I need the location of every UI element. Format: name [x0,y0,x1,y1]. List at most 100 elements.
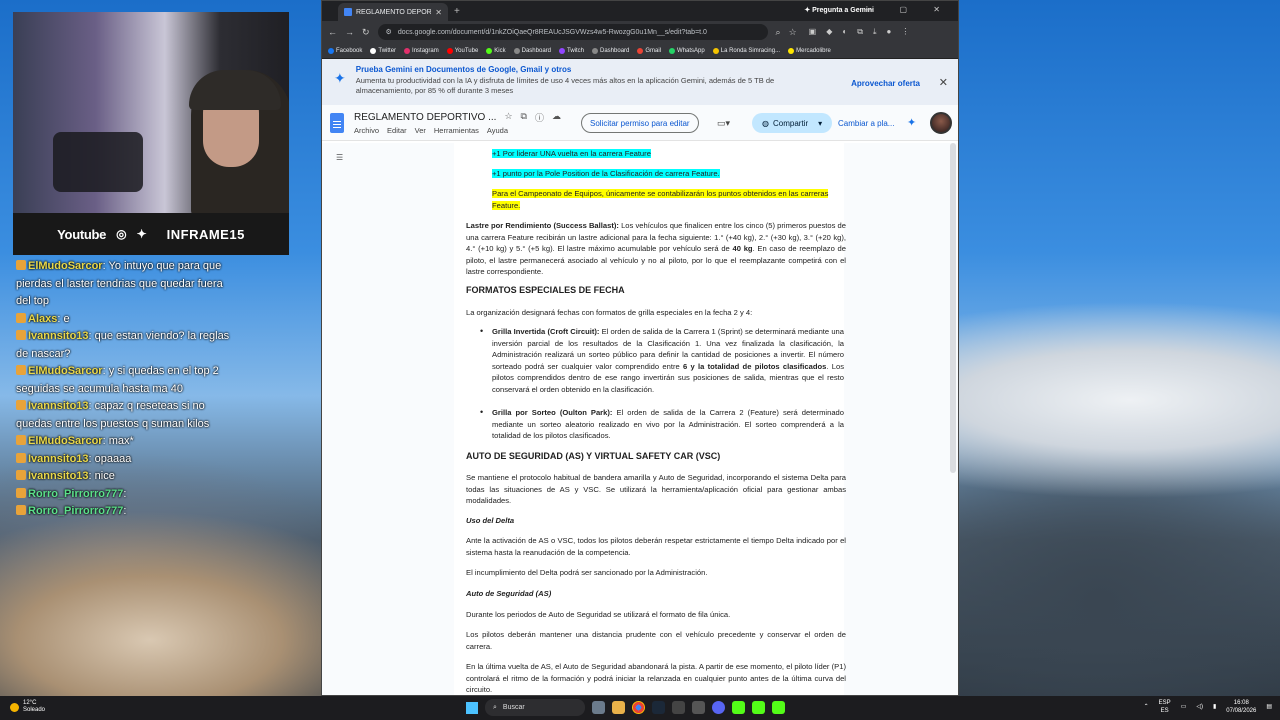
meet-video-icon[interactable]: ▭▾ [717,118,730,129]
kick-icon[interactable] [752,701,765,714]
chat-badge-icon [16,505,26,515]
gemini-button[interactable]: ✦ Pregunta a Gemini [804,6,874,14]
bookmark-item[interactable]: Mercadolibre [788,47,831,54]
language-indicator[interactable]: ESP ES [1159,699,1171,715]
chat-username[interactable]: Rorro_Pirrorro777 [28,488,123,500]
cloud-status-icon[interactable]: ☁ [552,111,561,124]
new-tab-button[interactable]: + [454,6,460,17]
move-icon[interactable]: ⧉ [521,111,527,124]
discord-icon[interactable] [712,701,725,714]
chat-username[interactable]: Rorro_Pirrorro777 [28,505,123,517]
document-scrollbar[interactable] [950,143,956,473]
chat-message: Ivannsito13: nice [16,468,240,486]
banner-title: Prueba Gemini en Documentos de Google, G… [355,65,572,74]
bookmark-item[interactable]: Twitch [559,47,584,54]
menu-icon[interactable]: ⋮ [901,27,909,37]
outline-icon[interactable]: ☰ [336,153,343,162]
zoom-icon[interactable]: ⌕ [776,27,781,38]
chat-badge-icon [16,400,26,410]
bookmark-item[interactable]: Instagram [404,47,439,54]
request-edit-button[interactable]: Solicitar permiso para editar [581,113,699,133]
bookmark-item[interactable]: Dashboard [592,47,629,54]
gemini-sparkle-icon[interactable]: ✦ [907,116,916,129]
chat-username[interactable]: Ivannsito13 [28,470,89,482]
chat-username[interactable]: ElMudoSarcor [28,435,103,447]
notifications-icon[interactable]: ▤ [1266,703,1272,711]
chrome-icon[interactable] [632,701,645,714]
file-explorer-icon[interactable] [612,701,625,714]
bookmark-item[interactable]: Twitter [370,47,396,54]
taskbar-search[interactable]: ⌕ Buscar [485,699,585,716]
menu-item-editar[interactable]: Editar [387,126,407,135]
back-icon[interactable]: ← [328,27,337,37]
battery-icon[interactable]: ▮ [1213,703,1216,711]
chat-username[interactable]: Alaxs [28,313,57,325]
extensions-puzzle-icon[interactable]: ⧉ [857,27,863,37]
menu-item-archivo[interactable]: Archivo [354,126,379,135]
reload-icon[interactable]: ↻ [362,27,370,38]
chevron-down-icon[interactable]: ▾ [818,119,822,128]
bookmark-item[interactable]: Facebook [328,47,363,54]
extension-icon[interactable]: ◆ [826,27,832,37]
bookmark-item[interactable]: La Ronda Simracing... [712,47,780,54]
chat-username[interactable]: Ivannsito13 [28,400,89,412]
chat-message: Ivannsito13: opaaaa [16,451,240,469]
bookmark-item[interactable]: Dashboard [513,47,551,54]
kick-icon[interactable] [772,701,785,714]
chat-badge-icon [16,435,26,445]
chat-message: ElMudoSarcor: y si quedas en el top 2 se… [16,363,240,398]
info-icon[interactable]: ⓘ [535,111,544,124]
avatar[interactable] [930,112,952,134]
bookmarks-bar: Facebook Twitter Instagram YouTube Kick Dashb… [322,43,958,59]
bookmark-favicon-icon [559,47,565,54]
bookmark-item[interactable]: Gmail [637,47,661,54]
chat-username[interactable]: ElMudoSarcor [28,260,103,272]
chat-badge-icon [16,312,26,323]
chat-username[interactable]: Ivannsito13 [28,453,89,465]
chat-username[interactable]: Ivannsito13 [28,330,89,342]
network-icon[interactable]: ▭ [1181,703,1187,711]
youtube-label: Youtube [57,226,107,242]
tray-overflow-icon[interactable]: ⌃ [1144,703,1149,711]
menu-item-ver[interactable]: Ver [415,126,426,135]
profile-icon[interactable]: ● [887,27,892,37]
menu-item-ayuda[interactable]: Ayuda [487,126,508,135]
share-button[interactable]: ◍ Compartir ▾ [752,113,832,133]
close-tab-icon[interactable]: ✕ [435,8,442,17]
switch-mode-button[interactable]: Cambiar a pla... [838,119,894,128]
clock[interactable]: 16:08 07/08/2026 [1226,699,1256,715]
bookmark-favicon-icon [328,47,334,54]
extension-icon[interactable]: ◐ [842,27,847,37]
download-icon[interactable]: ⤓ [873,27,877,37]
bookmark-item[interactable]: WhatsApp [669,47,705,54]
volume-icon[interactable]: ◁) [1196,703,1203,711]
forward-icon[interactable]: → [345,27,354,37]
social-bar: Youtube ◎ ✦ INFRAME15 [13,213,289,255]
bookmark-star-icon[interactable]: ☆ [789,27,797,38]
star-icon[interactable]: ☆ [504,111,512,124]
bookmark-item[interactable]: Kick [486,47,506,54]
app-icon[interactable] [672,701,685,714]
kick-icon[interactable] [732,701,745,714]
steam-icon[interactable] [652,701,665,714]
bookmark-item[interactable]: YouTube [446,47,478,54]
document-title[interactable]: REGLAMENTO DEPORTIVO ... [354,112,496,123]
window-controls[interactable]: — ▢ ✕ [865,5,952,14]
docs-logo-icon[interactable] [330,112,344,133]
windows-start-icon[interactable] [466,701,478,714]
chat-username[interactable]: ElMudoSarcor [28,365,103,377]
weather-widget[interactable]: 12°C Soleado [10,700,45,714]
app-icon[interactable] [692,701,705,714]
document-page[interactable]: +1 Por liderar UNA vuelta en la carrera … [454,143,846,695]
task-view-icon[interactable] [592,701,605,714]
close-banner-icon[interactable]: ✕ [939,76,948,89]
bookmark-label: Facebook [336,47,363,54]
site-info-icon[interactable]: ⚙ [386,28,392,36]
extension-icon[interactable]: ▣ [809,27,817,37]
menu-item-herramientas[interactable]: Herramientas [434,126,479,135]
address-bar[interactable]: ⚙ docs.google.com/document/d/1nkZOiQaeQr… [377,24,768,40]
offer-link[interactable]: Aprovechar oferta [851,79,920,88]
bookmark-favicon-icon [712,47,719,54]
tab-reglamento[interactable]: REGLAMENTO DEPORTIVO BTC ✕ [338,3,448,21]
bookmark-favicon-icon [486,47,493,54]
